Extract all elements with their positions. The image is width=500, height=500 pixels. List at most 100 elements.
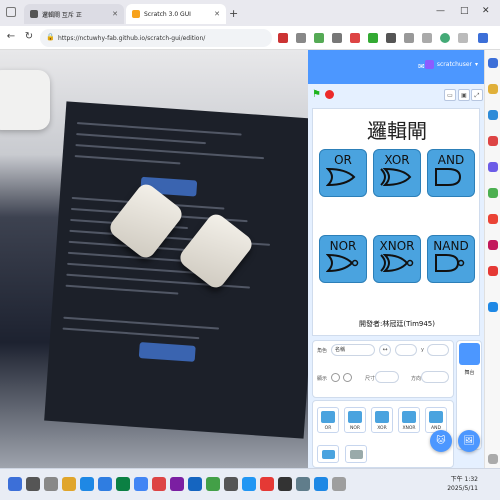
app-icon[interactable] bbox=[80, 477, 94, 491]
sprite-tile[interactable]: XNOR bbox=[398, 407, 420, 433]
stage-thumbnail[interactable] bbox=[459, 343, 480, 365]
gate-xnor-button[interactable]: XNOR bbox=[373, 235, 421, 283]
large-stage-icon[interactable]: ▣ bbox=[458, 89, 470, 101]
sprite-name: XNOR bbox=[402, 426, 416, 431]
windows-taskbar: 下午 1:32 2025/5/11 bbox=[0, 468, 500, 500]
extension-icon[interactable] bbox=[296, 33, 306, 43]
size-field[interactable] bbox=[375, 371, 399, 383]
app-icon[interactable] bbox=[152, 477, 166, 491]
chrome-icon[interactable] bbox=[134, 477, 148, 491]
stop-button[interactable] bbox=[325, 90, 334, 99]
maximize-button[interactable]: □ bbox=[460, 6, 469, 16]
chevron-down-icon: ▾ bbox=[474, 61, 478, 68]
file-explorer-icon[interactable] bbox=[62, 477, 76, 491]
shopping-icon[interactable] bbox=[488, 84, 498, 94]
sprite-tile[interactable] bbox=[317, 445, 339, 463]
stage-title: 邏輯閘 bbox=[367, 119, 427, 143]
app-icon[interactable] bbox=[332, 477, 346, 491]
hide-sprite-toggle[interactable] bbox=[343, 373, 352, 382]
outlook-icon[interactable] bbox=[488, 302, 498, 312]
stage-controls: ⚑ ▭ ▣ ⤢ bbox=[308, 84, 484, 106]
task-view-icon[interactable] bbox=[44, 477, 58, 491]
edge-icon[interactable] bbox=[188, 477, 202, 491]
copilot-icon[interactable] bbox=[478, 33, 488, 43]
show-label: 顯示 bbox=[317, 376, 328, 382]
app-icon[interactable] bbox=[314, 477, 328, 491]
google-icon[interactable] bbox=[488, 188, 498, 198]
search-icon[interactable] bbox=[26, 477, 40, 491]
close-window-button[interactable]: ✕ bbox=[482, 6, 490, 16]
notifications-icon[interactable]: ✉ bbox=[418, 62, 425, 71]
gate-xor-button[interactable]: XOR bbox=[373, 149, 421, 197]
extension-icon[interactable] bbox=[278, 33, 288, 43]
app-icon[interactable] bbox=[260, 477, 274, 491]
extension-icon[interactable] bbox=[368, 33, 378, 43]
app-icon[interactable] bbox=[242, 477, 256, 491]
extension-icon[interactable] bbox=[350, 33, 360, 43]
small-stage-icon[interactable]: ▭ bbox=[444, 89, 456, 101]
sprite-thumbnail bbox=[321, 411, 335, 423]
collections-icon[interactable] bbox=[422, 33, 432, 43]
xor-gate-icon bbox=[380, 167, 412, 187]
system-clock[interactable]: 下午 1:32 2025/5/11 bbox=[447, 475, 478, 493]
close-icon[interactable]: ✕ bbox=[112, 10, 118, 18]
add-sprite-button[interactable]: 🐱 bbox=[430, 430, 452, 452]
green-flag-icon[interactable]: ⚑ bbox=[312, 89, 321, 100]
browser-tab-1[interactable]: 邏輯閘 互斥 正 ✕ bbox=[24, 4, 124, 24]
extension-icon[interactable] bbox=[332, 33, 342, 43]
app-icon[interactable] bbox=[224, 477, 238, 491]
fullscreen-icon[interactable]: ⤢ bbox=[471, 89, 483, 101]
direction-field[interactable] bbox=[421, 371, 449, 383]
nand-gate-icon bbox=[435, 254, 465, 272]
app-icon[interactable] bbox=[170, 477, 184, 491]
clock-date: 2025/5/11 bbox=[447, 485, 478, 492]
browser-tab-strip: 邏輯閘 互斥 正 ✕ Scratch 3.0 GUI ✕ + — □ ✕ bbox=[0, 0, 500, 26]
refresh-button[interactable]: ↻ bbox=[22, 31, 36, 42]
x-field[interactable] bbox=[395, 344, 417, 356]
office-icon[interactable] bbox=[488, 162, 498, 172]
sprite-name-field[interactable]: 名稱 bbox=[331, 344, 375, 356]
extension-icon[interactable] bbox=[314, 33, 324, 43]
sprite-tile[interactable]: AND bbox=[425, 407, 447, 433]
sprite-tile[interactable]: OR bbox=[317, 407, 339, 433]
app-icon[interactable] bbox=[296, 477, 310, 491]
close-icon[interactable]: ✕ bbox=[214, 10, 220, 18]
extension-icon[interactable] bbox=[386, 33, 396, 43]
app-icon[interactable] bbox=[278, 477, 292, 491]
and-gate-icon bbox=[435, 168, 462, 186]
show-sprite-toggle[interactable] bbox=[331, 373, 340, 382]
browser-tab-2[interactable]: Scratch 3.0 GUI ✕ bbox=[126, 4, 226, 24]
y-field[interactable] bbox=[427, 344, 449, 356]
minimize-button[interactable]: — bbox=[436, 6, 445, 16]
sprite-name: XOR bbox=[377, 426, 387, 431]
gate-nand-button[interactable]: NAND bbox=[427, 235, 475, 283]
sprite-tile[interactable]: NOR bbox=[344, 407, 366, 433]
tab-actions-icon[interactable] bbox=[6, 7, 16, 17]
sprite-tile[interactable]: XOR bbox=[371, 407, 393, 433]
line-icon[interactable] bbox=[206, 477, 220, 491]
app-icon[interactable] bbox=[98, 477, 112, 491]
sprite-tile[interactable] bbox=[345, 445, 367, 463]
gate-and-button[interactable]: AND bbox=[427, 149, 475, 197]
address-bar[interactable]: 🔒 https://nctuwhy-fab.github.io/scratch-… bbox=[40, 29, 272, 47]
gmail-icon[interactable] bbox=[488, 214, 498, 224]
back-button[interactable]: ← bbox=[4, 31, 18, 42]
app-icon[interactable] bbox=[116, 477, 130, 491]
games-icon[interactable] bbox=[488, 136, 498, 146]
gate-nor-button[interactable]: NOR bbox=[319, 235, 367, 283]
add-backdrop-button[interactable]: 🖼 bbox=[458, 430, 480, 452]
pinterest-icon[interactable] bbox=[488, 266, 498, 276]
sidebar-settings-icon[interactable] bbox=[488, 454, 498, 464]
stage-canvas[interactable]: 邏輯閘 OR XOR AND NOR XNOR NAND 開發者:林冠廷(Tim945) bbox=[312, 108, 480, 336]
search-icon[interactable] bbox=[488, 58, 498, 68]
gate-or-button[interactable]: OR bbox=[319, 149, 367, 197]
start-icon[interactable] bbox=[8, 477, 22, 491]
user-menu[interactable]: scratchuser ▾ bbox=[424, 60, 478, 69]
favorites-icon[interactable] bbox=[404, 33, 414, 43]
profile-icon[interactable] bbox=[440, 33, 450, 43]
app-icon[interactable] bbox=[488, 240, 498, 250]
menu-icon[interactable] bbox=[458, 33, 468, 43]
new-tab-button[interactable]: + bbox=[229, 7, 238, 20]
sprite-label: 角色 bbox=[317, 348, 328, 354]
tools-icon[interactable] bbox=[488, 110, 498, 120]
